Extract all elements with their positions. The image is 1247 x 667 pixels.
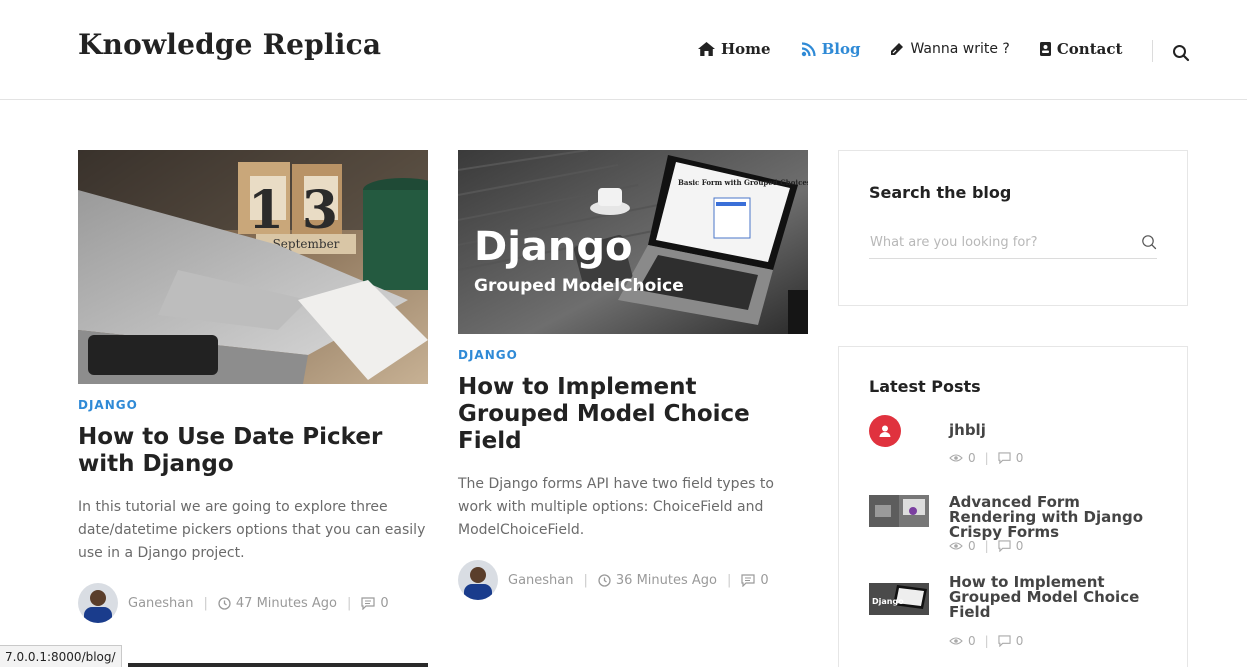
nav-divider	[1152, 40, 1153, 62]
post-card: 1 3 September DJANGO How to Use Date Pic…	[78, 150, 428, 623]
latest-post-title[interactable]: Advanced Form Rendering with Django Cris…	[949, 495, 1159, 540]
latest-post-comments: 0	[1015, 451, 1024, 465]
post-time-text: 36 Minutes Ago	[615, 572, 717, 588]
latest-post-thumbnail: Django	[869, 583, 929, 615]
nav-label-home: Home	[721, 40, 771, 58]
post-category[interactable]: DJANGO	[458, 348, 808, 362]
comment-icon	[998, 540, 1011, 552]
search-submit-button[interactable]	[1141, 234, 1157, 254]
post-card: Basic Form with Grouped Choices Django G…	[458, 150, 808, 600]
meta-separator: |	[984, 539, 989, 553]
comment-icon	[998, 635, 1011, 647]
nav-item-contact[interactable]: Contact	[1039, 40, 1123, 58]
eye-icon	[949, 637, 963, 645]
form-title-text: Basic Form with Grouped Choices	[678, 178, 808, 187]
latest-post-title[interactable]: How to Implement Grouped Model Choice Fi…	[949, 575, 1159, 620]
thumbnail-text: Django	[872, 597, 904, 606]
latest-post-views: 0	[968, 539, 976, 553]
post-image[interactable]: Basic Form with Grouped Choices Django G…	[458, 150, 808, 334]
meta-separator: |	[984, 634, 989, 648]
home-icon	[698, 42, 715, 56]
latest-post-comments: 0	[1015, 539, 1024, 553]
nav-label-contact: Contact	[1056, 40, 1123, 58]
nav-item-home[interactable]: Home	[698, 40, 771, 58]
latest-post-comments: 0	[1015, 634, 1024, 648]
comment-icon	[741, 573, 755, 587]
comment-icon	[361, 596, 375, 610]
latest-post-views: 0	[968, 634, 976, 648]
latest-post-meta: 0 | 0	[949, 634, 1023, 648]
meta-separator: |	[203, 595, 208, 611]
eye-icon	[949, 542, 963, 550]
eye-icon	[949, 454, 963, 462]
search-widget-title: Search the blog	[869, 183, 1012, 202]
header-search-button[interactable]	[1172, 44, 1190, 62]
post-meta: Ganeshan | 36 Minutes Ago | 0	[458, 560, 808, 600]
latest-post-title[interactable]: jhblj	[949, 423, 1159, 438]
post-comments-count: 0	[380, 595, 389, 611]
rss-icon	[801, 41, 816, 56]
author-name[interactable]: Ganeshan	[508, 573, 574, 588]
calendar-day-2: 3	[302, 180, 338, 241]
latest-post-meta: 0 | 0	[949, 539, 1023, 553]
latest-posts-widget: Latest Posts jhblj 0 | 0 Advanced Form R…	[838, 346, 1188, 667]
user-icon	[879, 425, 891, 437]
browser-status-bar: 7.0.0.1:8000/blog/	[0, 645, 122, 667]
latest-post-item[interactable]: Django How to Implement Grouped Model Ch…	[869, 575, 1159, 655]
clock-icon	[598, 573, 611, 587]
next-post-image-peek	[128, 663, 428, 667]
contact-card-icon	[1039, 42, 1051, 56]
post-category[interactable]: DJANGO	[78, 398, 428, 412]
post-time-text: 47 Minutes Ago	[235, 595, 337, 611]
post-comments[interactable]: 0	[361, 595, 389, 611]
post-image-illustration: Basic Form with Grouped Choices Django G…	[458, 150, 808, 334]
nav-item-wanna-write[interactable]: Wanna write ?	[890, 41, 1010, 57]
latest-post-views: 0	[968, 451, 976, 465]
search-icon	[1142, 235, 1157, 250]
meta-separator: |	[583, 572, 588, 588]
search-field	[869, 227, 1157, 259]
post-time: 47 Minutes Ago	[218, 596, 337, 611]
post-image-illustration: 1 3 September	[78, 150, 428, 384]
post-meta: Ganeshan | 47 Minutes Ago | 0	[78, 583, 428, 623]
latest-post-item[interactable]: Advanced Form Rendering with Django Cris…	[869, 495, 1159, 559]
latest-post-thumbnail	[869, 495, 929, 527]
latest-post-avatar	[869, 415, 901, 447]
nav-item-blog[interactable]: Blog	[801, 40, 861, 58]
post-title[interactable]: How to Use Date Picker with Django	[78, 424, 428, 478]
author-name[interactable]: Ganeshan	[128, 596, 194, 611]
latest-posts-title: Latest Posts	[869, 377, 981, 396]
latest-post-meta: 0 | 0	[949, 451, 1023, 465]
main-nav: Home Blog Wanna write ? Contact	[698, 40, 1152, 58]
post-title[interactable]: How to Implement Grouped Model Choice Fi…	[458, 374, 808, 455]
comment-icon	[998, 452, 1011, 464]
post-excerpt: The Django forms API have two field type…	[458, 476, 774, 538]
post-comments[interactable]: 0	[741, 572, 769, 588]
post-time: 36 Minutes Ago	[598, 573, 717, 588]
nav-label-wanna-write: Wanna write ?	[910, 41, 1010, 57]
nav-label-blog: Blog	[821, 40, 861, 58]
post-image[interactable]: 1 3 September	[78, 150, 428, 384]
author-avatar[interactable]	[78, 583, 118, 623]
post-comments-count: 0	[760, 572, 769, 588]
post-excerpt: In this tutorial we are going to explore…	[78, 499, 426, 561]
calendar-day-1: 1	[248, 180, 284, 241]
site-brand[interactable]: Knowledge Replica	[78, 28, 381, 61]
meta-separator: |	[984, 451, 989, 465]
search-icon	[1173, 45, 1190, 62]
search-widget: Search the blog	[838, 150, 1188, 306]
image-headline: Django	[474, 224, 633, 270]
author-avatar[interactable]	[458, 560, 498, 600]
site-header: Knowledge Replica Home Blog Wanna write …	[0, 0, 1247, 100]
search-input[interactable]	[869, 227, 1129, 257]
latest-post-item[interactable]: jhblj 0 | 0	[869, 415, 1159, 475]
meta-separator: |	[726, 572, 732, 588]
image-subhead: Grouped ModelChoice	[474, 276, 684, 296]
clock-icon	[218, 596, 231, 610]
meta-separator: |	[346, 595, 352, 611]
pen-icon	[891, 43, 904, 55]
